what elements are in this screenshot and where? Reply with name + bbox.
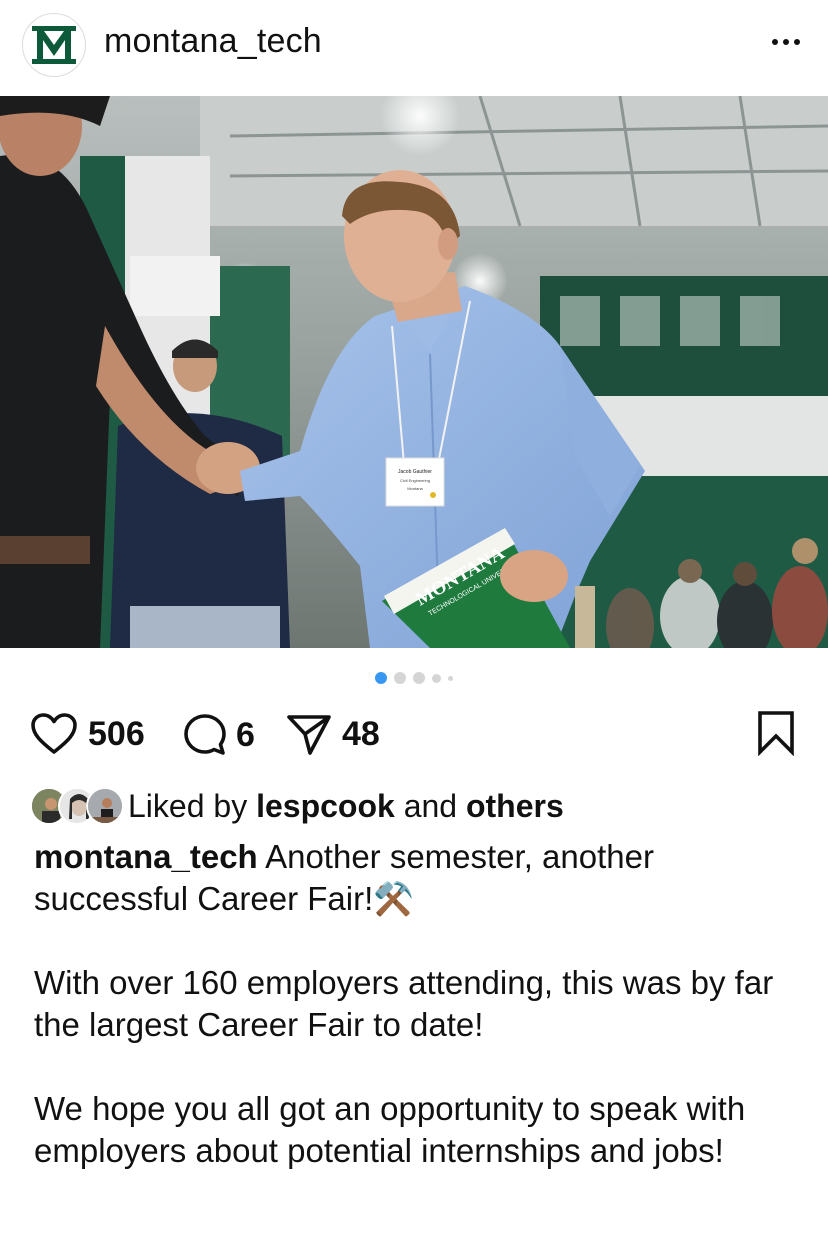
carousel-dot: [432, 673, 441, 683]
post-actions-bar: 506 6 48: [0, 708, 828, 762]
bookmark-icon: [758, 711, 794, 757]
caption-paragraph-3: We hope you all got an opportunity to sp…: [34, 1090, 746, 1169]
caption-paragraph-2: With over 160 employers attending, this …: [34, 964, 774, 1043]
like-button[interactable]: 506: [30, 712, 145, 756]
carousel-dot: [394, 672, 406, 684]
paper-plane-icon: [287, 715, 331, 755]
svg-text:Montana: Montana: [407, 486, 423, 491]
save-button[interactable]: [756, 710, 796, 761]
liked-by-user[interactable]: lespcook: [256, 788, 395, 825]
heart-icon: [31, 713, 77, 754]
carousel-dot: [448, 675, 453, 681]
liked-by-prefix: Liked by: [128, 787, 248, 824]
caption-first-paragraph: montana_tech Another semester, another s…: [34, 836, 804, 920]
svg-text:Jacob Gauthier: Jacob Gauthier: [398, 469, 432, 475]
carousel-indicator: [0, 672, 828, 684]
share-button[interactable]: 48: [286, 712, 380, 756]
svg-text:Civil Engineering: Civil Engineering: [400, 478, 430, 483]
shares-count: 48: [342, 714, 380, 753]
liked-by-others[interactable]: others: [466, 788, 564, 825]
post-caption: montana_tech Another semester, another s…: [34, 836, 804, 1172]
comment-icon: [184, 714, 226, 755]
liker-avatar: [86, 787, 124, 825]
liked-by-and: and: [403, 787, 458, 824]
more-options-icon[interactable]: [766, 24, 806, 60]
liker-avatars: [30, 787, 124, 825]
carousel-dot: [413, 672, 425, 684]
likes-count: 506: [88, 714, 145, 753]
carousel-dot-active: [375, 672, 387, 684]
caption-username[interactable]: montana_tech: [34, 838, 258, 875]
name-badge: Jacob Gauthier Civil Engineering Montana: [385, 457, 445, 507]
post-header: M montana_tech: [0, 0, 828, 96]
svg-text:M: M: [28, 23, 29, 24]
comments-count: 6: [236, 715, 255, 754]
liked-by-row[interactable]: Liked by lespcook and others: [30, 786, 564, 826]
profile-avatar[interactable]: M: [22, 13, 86, 77]
career-fair-photo: Jacob Gauthier Civil Engineering Montana…: [0, 96, 828, 648]
post-photo[interactable]: Jacob Gauthier Civil Engineering Montana…: [0, 96, 828, 648]
post-username[interactable]: montana_tech: [104, 22, 322, 61]
comment-button[interactable]: 6: [182, 712, 255, 758]
montana-tech-logo-icon: M: [28, 23, 76, 64]
